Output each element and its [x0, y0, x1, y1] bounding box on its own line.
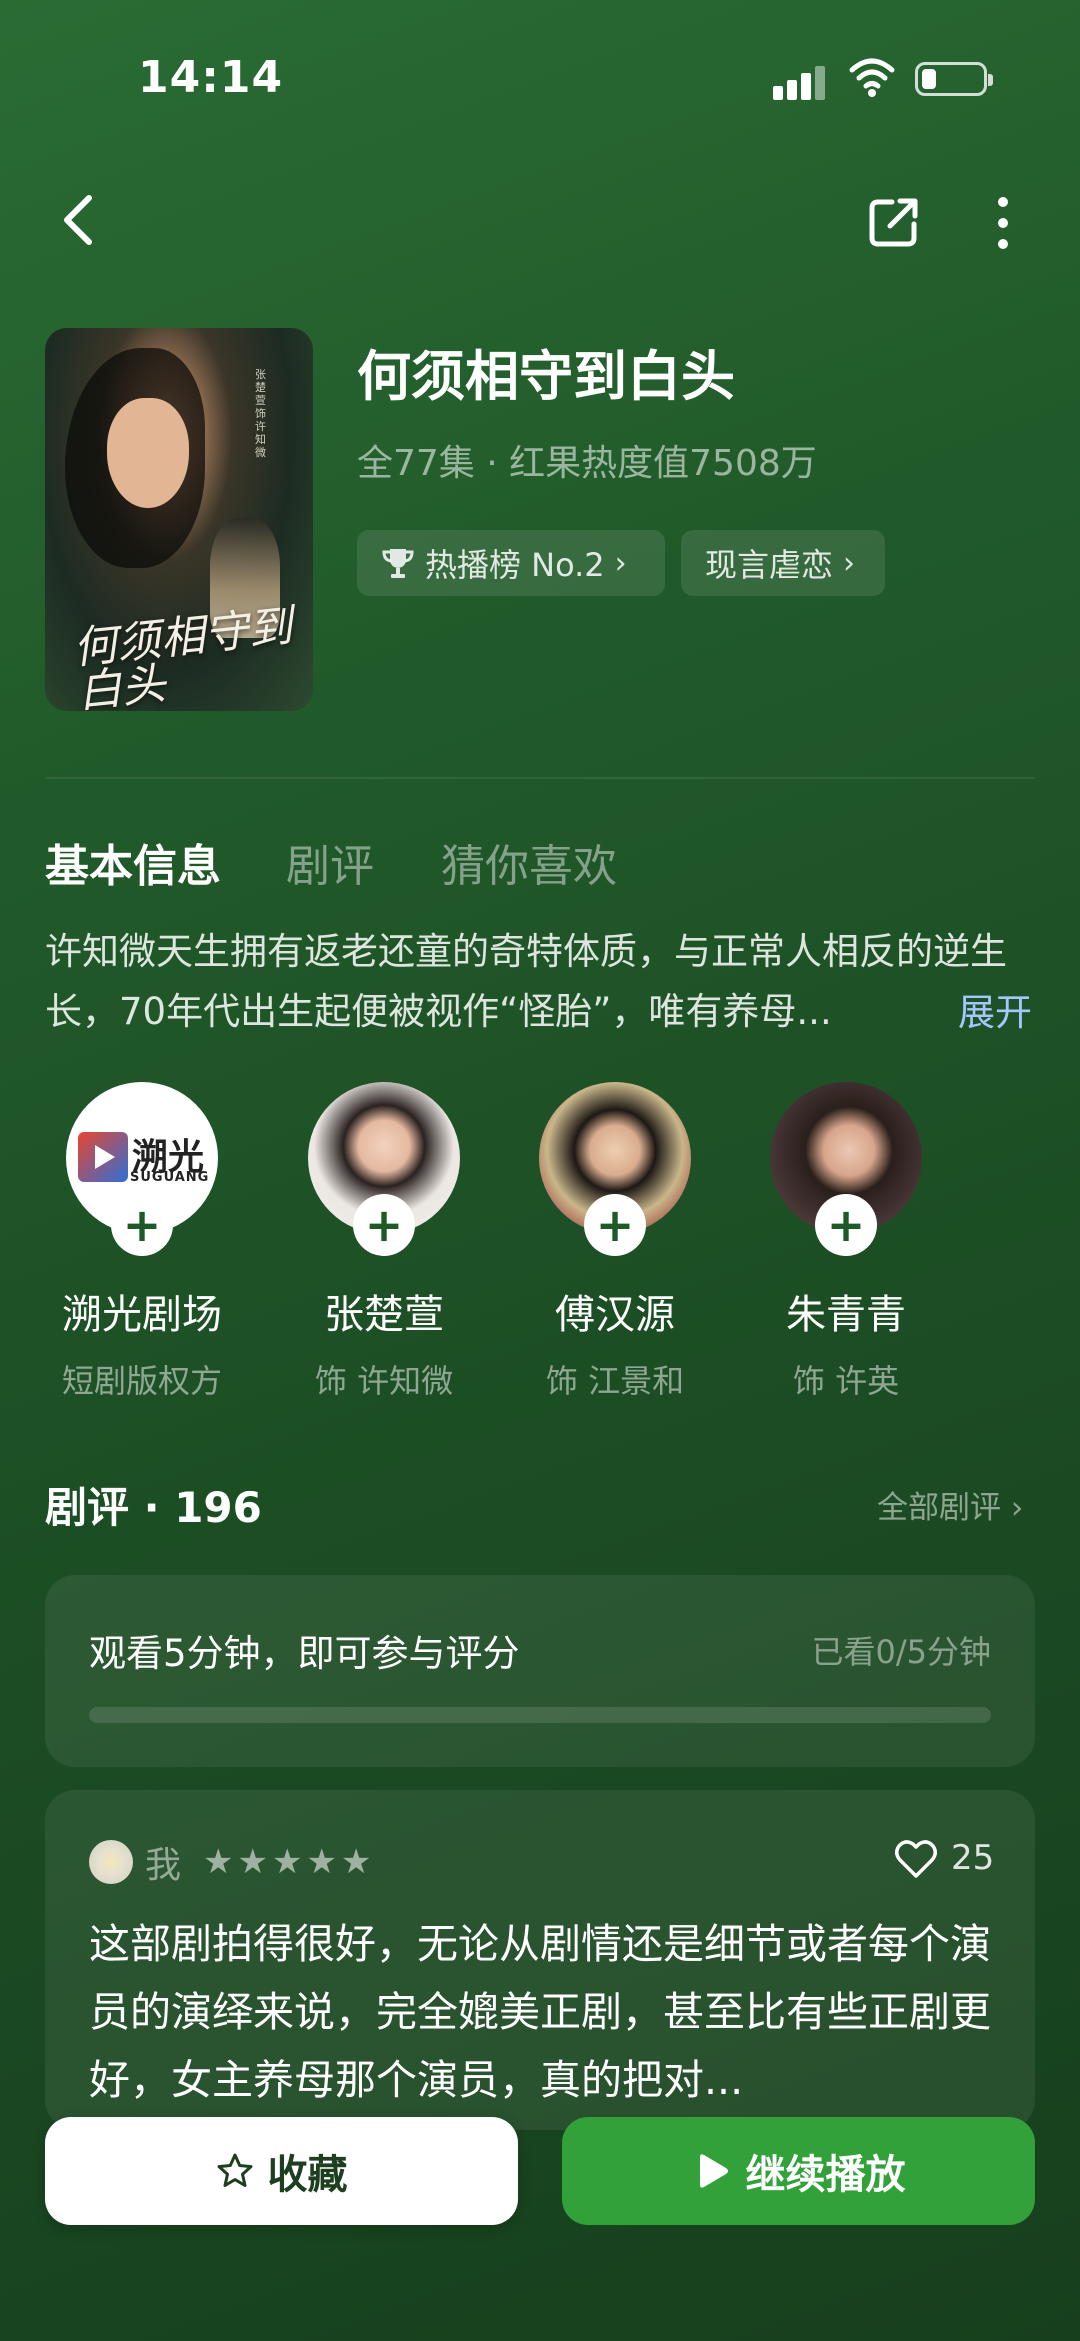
show-meta: 全77集 · 红果热度值7508万: [357, 443, 817, 484]
cast-item-actor[interactable]: + 朱青青 饰 许英: [756, 1082, 936, 1402]
expand-synopsis-link[interactable]: 展开: [958, 982, 1032, 1036]
share-icon[interactable]: [868, 196, 920, 248]
chevron-right-icon: ›: [843, 545, 856, 581]
battery-icon: [915, 62, 993, 96]
status-time: 14:14: [138, 52, 284, 103]
all-reviews-link[interactable]: 全部剧评 ›: [877, 1482, 1023, 1527]
cast-role: 短剧版权方: [61, 1362, 222, 1400]
watch-progress-text: 已看0/5分钟: [811, 1633, 991, 1671]
rating-gate-card: 观看5分钟，即可参与评分 已看0/5分钟: [45, 1575, 1035, 1767]
follow-plus-icon[interactable]: +: [111, 1194, 173, 1256]
tab-reviews[interactable]: 剧评: [286, 830, 374, 894]
play-logo-icon: [78, 1132, 128, 1182]
play-label: 继续播放: [745, 2152, 906, 2198]
synopsis-text: 许知微天生拥有返老还童的奇特体质，与正常人相反的逆生长，70年代出生起便被视作“…: [45, 930, 1007, 1033]
follow-plus-icon[interactable]: +: [353, 1194, 415, 1256]
back-arrow-icon[interactable]: [55, 190, 105, 250]
wifi-icon: [849, 58, 895, 97]
favorite-label: 收藏: [267, 2152, 348, 2198]
user-avatar: [89, 1840, 133, 1884]
rank-chip-label: 热播榜 No.2: [425, 546, 605, 584]
genre-chip[interactable]: 现言虐恋 ›: [681, 530, 885, 596]
tab-recommendations[interactable]: 猜你喜欢: [441, 830, 617, 894]
rank-chip[interactable]: 热播榜 No.2 ›: [357, 530, 665, 596]
cast-item-actor[interactable]: + 张楚萱 饰 许知微: [294, 1082, 474, 1402]
star-outline-icon: [217, 2153, 252, 2187]
all-reviews-label: 全部剧评: [877, 1490, 1001, 1526]
favorite-button[interactable]: 收藏: [45, 2117, 518, 2225]
trophy-icon: [382, 549, 414, 578]
chevron-right-icon: ›: [1010, 1490, 1024, 1526]
more-options-icon[interactable]: [985, 196, 1021, 250]
my-review-card[interactable]: 我 ★★★★★ 25 这部剧拍得很好，无论从剧情还是细节或者每个演员的演绎来说，…: [45, 1790, 1035, 2130]
poster-title-art: 何须相守到白头: [70, 600, 295, 711]
show-title: 何须相守到白头: [357, 345, 735, 408]
watch-progress-bar: [89, 1707, 991, 1723]
star-rating: ★★★★★: [203, 1842, 376, 1882]
poster-credit: 张楚萱饰许知微: [255, 368, 266, 459]
logo-text-en: SUGUANG: [130, 1170, 210, 1185]
follow-plus-icon[interactable]: +: [815, 1194, 877, 1256]
cast-name: 张楚萱: [324, 1292, 444, 1338]
cellular-signal-icon: [773, 62, 833, 100]
play-icon: [699, 2154, 728, 2188]
cast-name: 溯光剧场: [62, 1292, 222, 1338]
reviews-header: 剧评 · 196: [45, 1483, 262, 1532]
divider: [45, 777, 1035, 779]
chevron-right-icon: ›: [614, 545, 627, 581]
like-count: 25: [951, 1838, 995, 1878]
cast-name: 朱青青: [786, 1292, 906, 1338]
cast-name: 傅汉源: [555, 1292, 675, 1338]
genre-chip-label: 现言虐恋: [705, 546, 834, 584]
tab-basic-info[interactable]: 基本信息: [45, 830, 221, 894]
rating-gate-text: 观看5分钟，即可参与评分: [89, 1632, 520, 1675]
cast-role: 饰 许英: [792, 1362, 900, 1400]
follow-plus-icon[interactable]: +: [584, 1194, 646, 1256]
cast-item-studio[interactable]: 溯光 SUGUANG + 溯光剧场 短剧版权方: [52, 1082, 232, 1402]
cast-role: 饰 江景和: [545, 1362, 685, 1400]
show-poster[interactable]: 张楚萱饰许知微 何须相守到白头: [45, 328, 313, 711]
heart-icon[interactable]: [893, 1836, 939, 1882]
cast-item-actor[interactable]: + 傅汉源 饰 江景和: [525, 1082, 705, 1402]
review-user: 我: [145, 1845, 182, 1886]
cast-role: 饰 许知微: [314, 1362, 454, 1400]
continue-play-button[interactable]: 继续播放: [562, 2117, 1035, 2225]
review-body: 这部剧拍得很好，无论从剧情还是细节或者每个演员的演绎来说，完全媲美正剧，甚至比有…: [89, 1920, 991, 2104]
